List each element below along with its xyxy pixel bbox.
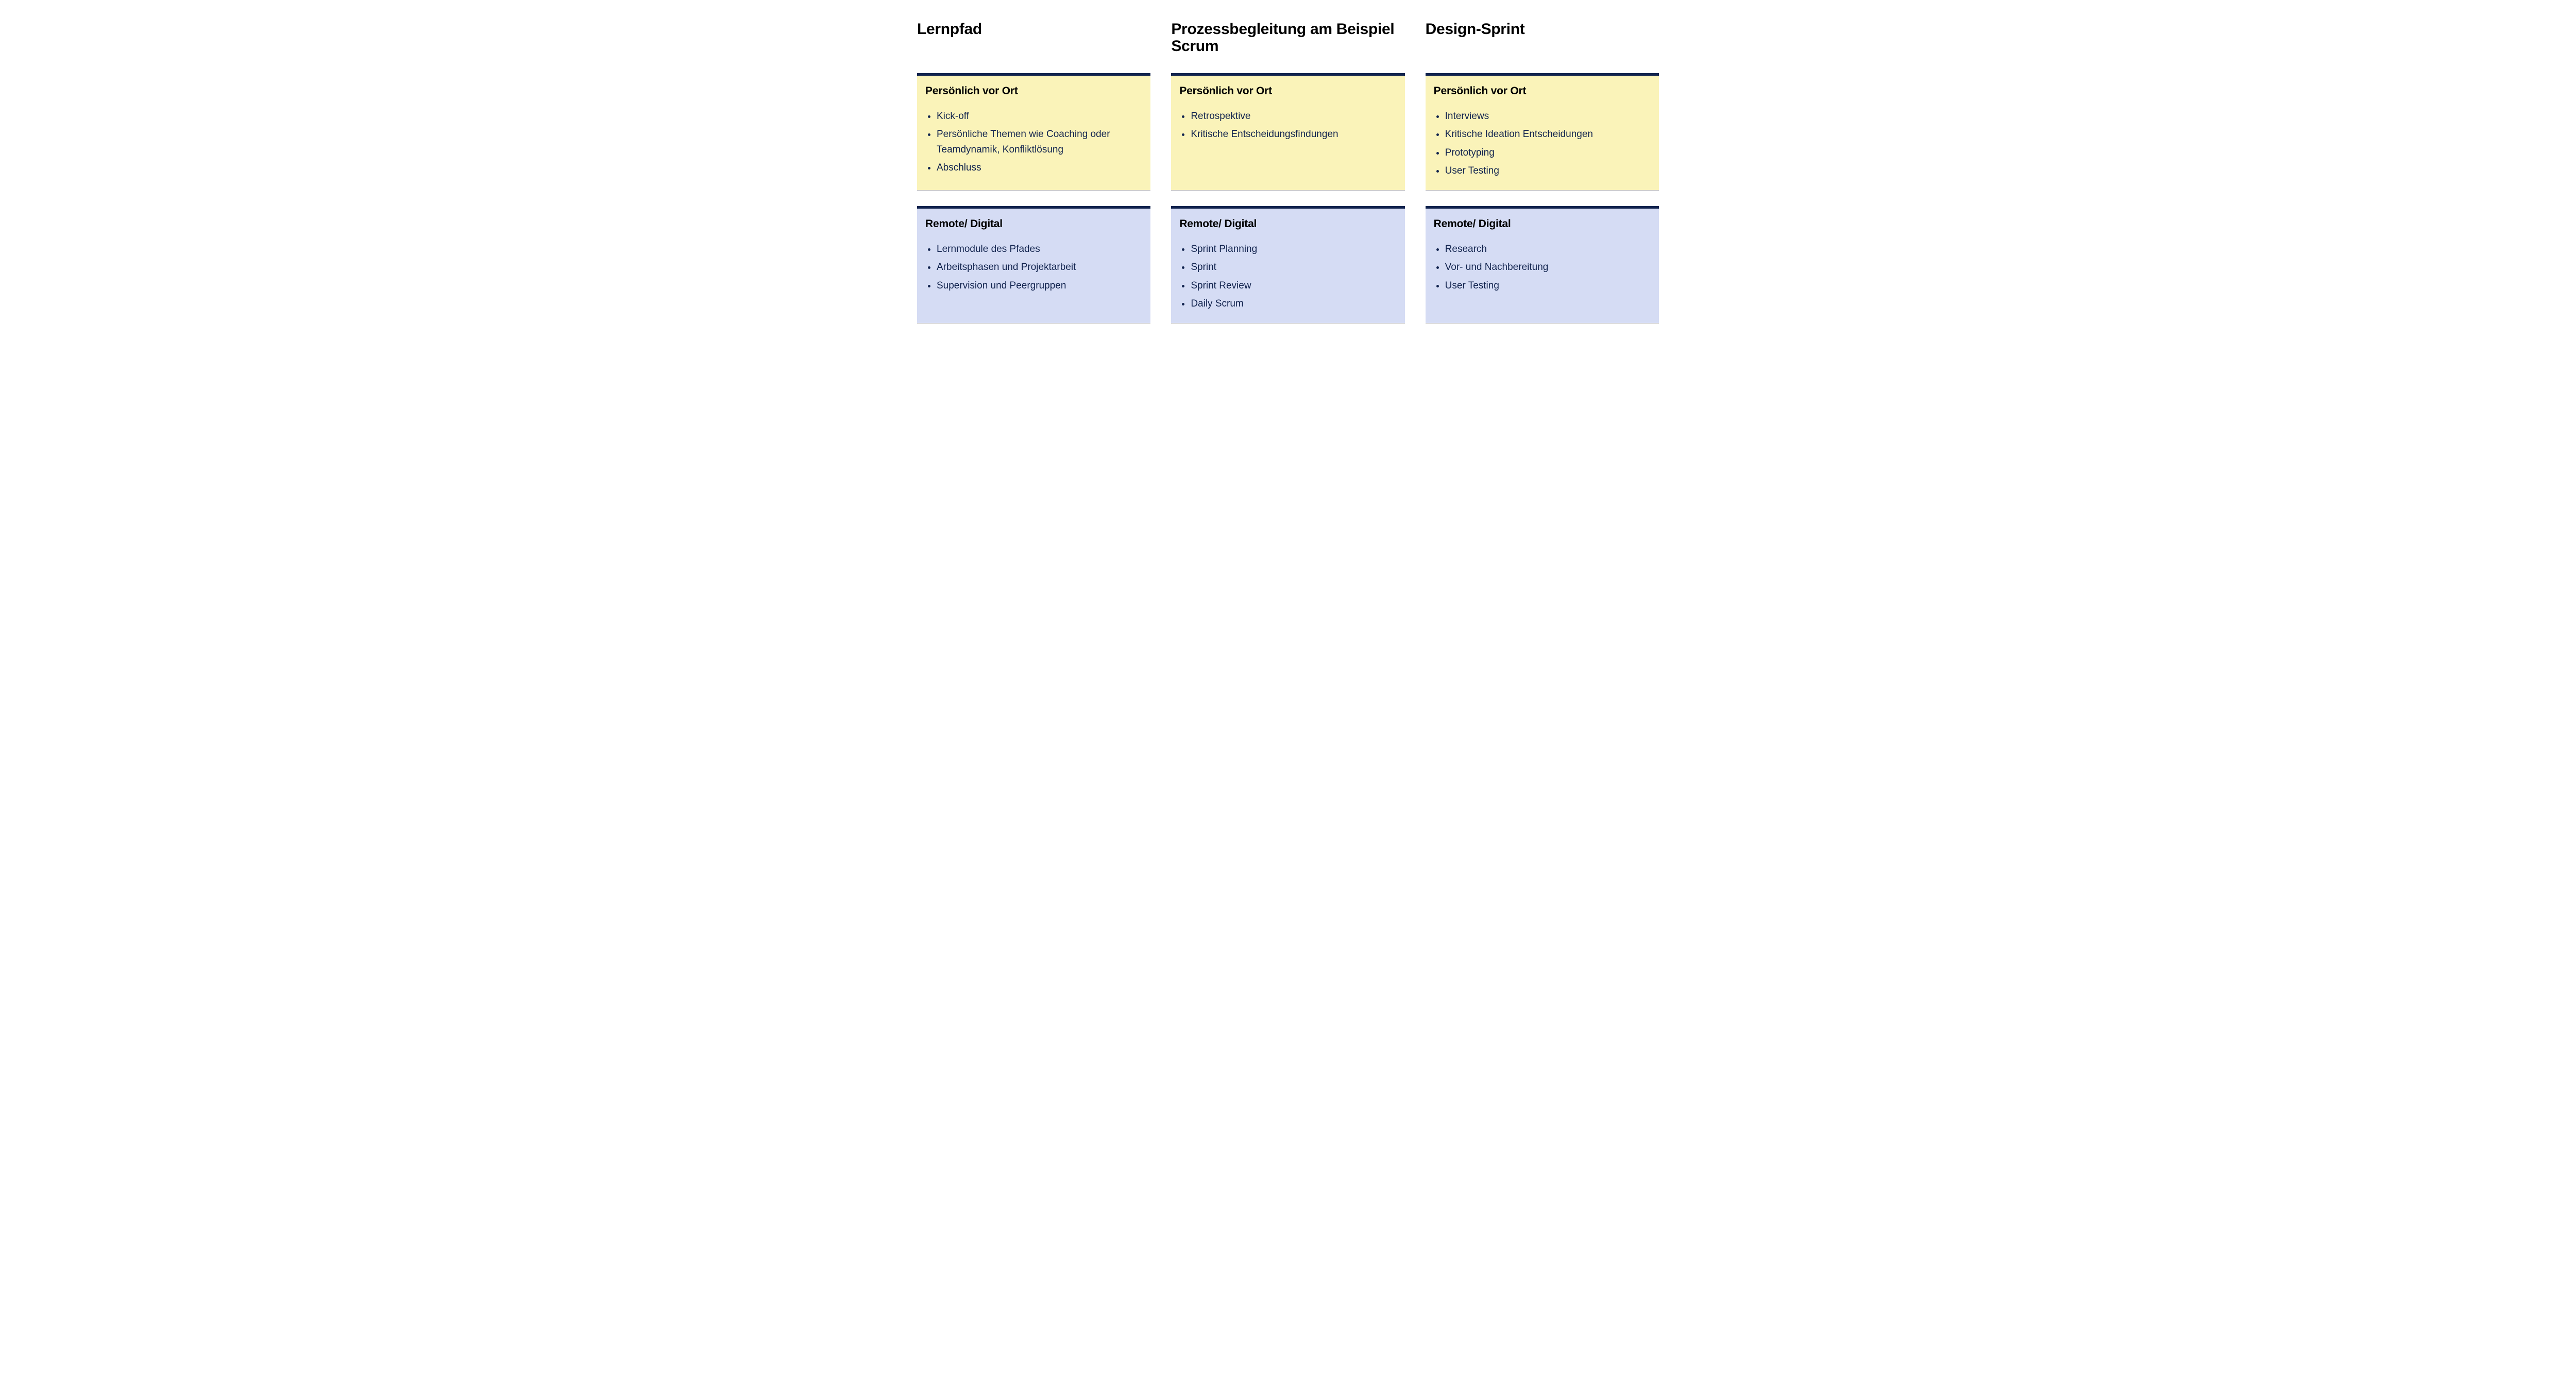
onsite-heading: Persönlich vor Ort: [1179, 85, 1396, 97]
list-item: Retrospektive: [1191, 109, 1396, 124]
list-item: Persönliche Themen wie Coaching oder Tea…: [937, 127, 1142, 157]
onsite-card-design-sprint: Persönlich vor Ort Interviews Kritische …: [1426, 73, 1659, 191]
list-item: Kritische Entscheidungsfindungen: [1191, 127, 1396, 142]
list-item: Kritische Ideation Entscheidungen: [1445, 127, 1651, 142]
onsite-card-prozessbegleitung: Persönlich vor Ort Retrospektive Kritisc…: [1171, 73, 1404, 191]
remote-list: Research Vor- und Nachbereitung User Tes…: [1434, 242, 1651, 293]
column-title-prozessbegleitung: Prozessbegleitung am Beispiel Scrum: [1171, 21, 1404, 58]
remote-card-design-sprint: Remote/ Digital Research Vor- und Nachbe…: [1426, 206, 1659, 324]
list-item: Research: [1445, 242, 1651, 257]
remote-card-lernpfad: Remote/ Digital Lernmodule des Pfades Ar…: [917, 206, 1150, 324]
list-item: Sprint Planning: [1191, 242, 1396, 257]
list-item: Prototyping: [1445, 145, 1651, 160]
list-item: User Testing: [1445, 278, 1651, 293]
onsite-heading: Persönlich vor Ort: [1434, 85, 1651, 97]
onsite-list: Interviews Kritische Ideation Entscheidu…: [1434, 109, 1651, 179]
remote-heading: Remote/ Digital: [1434, 218, 1651, 230]
list-item: Vor- und Nachbereitung: [1445, 260, 1651, 275]
list-item: Interviews: [1445, 109, 1651, 124]
list-item: User Testing: [1445, 163, 1651, 178]
list-item: Supervision und Peergruppen: [937, 278, 1142, 293]
onsite-card-lernpfad: Persönlich vor Ort Kick-off Persönliche …: [917, 73, 1150, 191]
column-title-design-sprint: Design-Sprint: [1426, 21, 1659, 58]
comparison-grid: Lernpfad Prozessbegleitung am Beispiel S…: [917, 21, 1659, 324]
remote-list: Sprint Planning Sprint Sprint Review Dai…: [1179, 242, 1396, 312]
onsite-list: Retrospektive Kritische Entscheidungsfin…: [1179, 109, 1396, 142]
remote-heading: Remote/ Digital: [1179, 218, 1396, 230]
list-item: Abschluss: [937, 160, 1142, 175]
remote-list: Lernmodule des Pfades Arbeitsphasen und …: [925, 242, 1142, 293]
remote-card-prozessbegleitung: Remote/ Digital Sprint Planning Sprint S…: [1171, 206, 1404, 324]
list-item: Sprint: [1191, 260, 1396, 275]
list-item: Lernmodule des Pfades: [937, 242, 1142, 257]
list-item: Daily Scrum: [1191, 296, 1396, 311]
list-item: Kick-off: [937, 109, 1142, 124]
column-title-lernpfad: Lernpfad: [917, 21, 1150, 58]
onsite-heading: Persönlich vor Ort: [925, 85, 1142, 97]
onsite-list: Kick-off Persönliche Themen wie Coaching…: [925, 109, 1142, 176]
list-item: Arbeitsphasen und Projektarbeit: [937, 260, 1142, 275]
list-item: Sprint Review: [1191, 278, 1396, 293]
remote-heading: Remote/ Digital: [925, 218, 1142, 230]
